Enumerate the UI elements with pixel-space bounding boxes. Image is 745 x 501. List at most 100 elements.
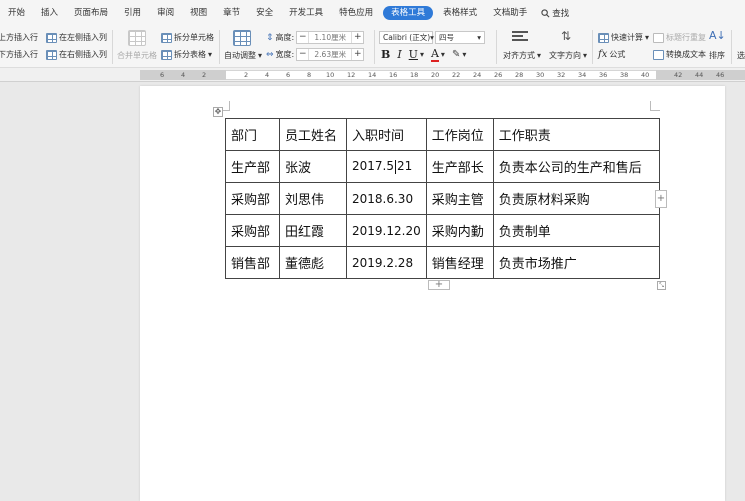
menu-doc-assistant[interactable]: 文档助手 [485, 0, 535, 26]
menu-table-tools[interactable]: 表格工具 [383, 6, 434, 20]
table-cell[interactable]: 采购主管 [425, 182, 494, 215]
table-cell[interactable]: 张波 [279, 150, 347, 183]
table-cell[interactable]: 生产部 [225, 150, 280, 183]
table-cell[interactable]: 田红霞 [279, 214, 347, 247]
menu-table-style[interactable]: 表格样式 [435, 0, 485, 26]
minus-icon[interactable]: − [297, 32, 308, 43]
align-button[interactable]: 对齐方式 ▾ [503, 50, 541, 61]
width-stepper[interactable]: − 2.63厘米 + [296, 48, 365, 61]
ribbon-divider [112, 30, 113, 64]
underline-button[interactable]: U [409, 48, 418, 61]
insert-above-button[interactable]: 上方插入行 [0, 32, 38, 43]
quick-calc-button[interactable]: 快速计算 ▾ [598, 32, 649, 43]
merge-cells-label: 合并单元格 [117, 51, 157, 60]
text-direction-button[interactable]: 文字方向 ▾ [549, 50, 587, 61]
insert-above-label: 上方插入行 [0, 33, 38, 42]
menu-features[interactable]: 特色应用 [331, 0, 381, 26]
table-cell[interactable]: 2019.2.28 [346, 246, 427, 279]
sort-button[interactable]: 排序 [709, 50, 725, 61]
menu-home[interactable]: 开始 [0, 0, 33, 26]
table-cell[interactable]: 负责原材料采购 [492, 182, 660, 215]
insert-below-label: 下方插入行 [0, 50, 38, 59]
horizontal-ruler[interactable]: 6 4 2 2 4 6 8 10 12 14 16 18 20 22 24 26… [0, 68, 745, 82]
table-cell[interactable]: 刘思伟 [279, 182, 347, 215]
font-color-button[interactable]: A [430, 47, 439, 62]
menu-sections[interactable]: 章节 [215, 0, 248, 26]
chevron-down-icon: ▾ [462, 50, 467, 59]
table-cell[interactable]: 负责制单 [492, 214, 660, 247]
table-cell-with-cursor[interactable]: 2017.5 21 [346, 150, 427, 183]
ruler-tick: 46 [716, 71, 725, 79]
table-header-cell[interactable]: 员工姓名 [279, 118, 347, 151]
table-cell[interactable]: 销售部 [225, 246, 280, 279]
menu-developer[interactable]: 开发工具 [281, 0, 331, 26]
align-icon [512, 30, 528, 43]
table-cell[interactable]: 2019.12.20 [346, 214, 427, 247]
row-height-icon: ⇕ [266, 32, 274, 43]
formula-button[interactable]: fx 公式 [598, 49, 625, 60]
menu-insert[interactable]: 插入 [33, 0, 66, 26]
quick-calc-label: 快速计算 [611, 33, 643, 42]
font-size-select[interactable]: 四号 ▾ [435, 31, 485, 44]
highlight-icon[interactable]: ✎ [452, 49, 460, 60]
height-stepper[interactable]: − 1.10厘米 + [296, 31, 365, 44]
ribbon-divider [219, 30, 220, 64]
menu-page-layout[interactable]: 页面布局 [66, 0, 116, 26]
insert-right-button[interactable]: 在右侧插入列 [46, 49, 107, 60]
insert-below-button[interactable]: 下方插入行 [0, 49, 38, 60]
add-row-button[interactable]: + [428, 280, 450, 290]
table-row: 生产部 张波 2017.5 21 生产部长 负责本公司的生产和售后 [225, 150, 660, 183]
format-buttons: B I U ▾ A ▾ ✎ ▾ [381, 47, 466, 62]
menu-review[interactable]: 审阅 [149, 0, 182, 26]
convert-text-label: 转换成文本 [666, 50, 706, 59]
bold-button[interactable]: B [381, 48, 390, 61]
plus-icon[interactable]: + [352, 32, 363, 43]
calculator-icon [598, 32, 609, 43]
italic-button[interactable]: I [397, 48, 401, 61]
title-repeat-button[interactable]: 标题行重复 [653, 32, 706, 43]
more-button[interactable]: 选 [737, 50, 745, 61]
menu-references[interactable]: 引用 [116, 0, 149, 26]
ruler-tick: 32 [557, 71, 566, 79]
add-column-button[interactable]: + [655, 190, 667, 208]
table-cell[interactable]: 销售经理 [425, 246, 494, 279]
split-table-button[interactable]: 拆分表格 ▾ [161, 49, 212, 60]
width-value[interactable]: 2.63厘米 [308, 49, 353, 60]
page-corner-mark [650, 101, 660, 111]
employee-table[interactable]: 部门 员工姓名 入职时间 工作岗位 工作职责 生产部 张波 2017.5 21 生… [225, 118, 660, 279]
autofit-button[interactable]: 自动调整 ▾ [224, 50, 262, 61]
table-move-handle[interactable]: ✥ [213, 107, 223, 117]
table-header-cell[interactable]: 工作岗位 [425, 118, 494, 151]
table-cell[interactable]: 负责市场推广 [492, 246, 660, 279]
text-direction-icon: ⇅ [561, 29, 572, 43]
table-resize-handle[interactable]: ⤡ [657, 281, 666, 290]
table-cell[interactable]: 2018.6.30 [346, 182, 427, 215]
plus-icon[interactable]: + [352, 49, 363, 60]
insert-left-button[interactable]: 在左侧插入列 [46, 32, 107, 43]
table-cell[interactable]: 负责本公司的生产和售后 [492, 150, 660, 183]
chevron-down-icon: ▾ [258, 51, 263, 60]
convert-text-button[interactable]: 转换成文本 [653, 49, 706, 60]
minus-icon[interactable]: − [297, 49, 308, 60]
ruler-tick: 18 [410, 71, 419, 79]
table-header-cell[interactable]: 工作职责 [492, 118, 660, 151]
split-cells-button[interactable]: 拆分单元格 [161, 32, 214, 43]
table-header-cell[interactable]: 入职时间 [346, 118, 427, 151]
table-header-cell[interactable]: 部门 [225, 118, 280, 151]
ruler-tick: 40 [641, 71, 650, 79]
table-cell[interactable]: 生产部长 [425, 150, 494, 183]
ruler-tick: 12 [347, 71, 356, 79]
table-cell[interactable]: 采购部 [225, 182, 280, 215]
chevron-down-icon: ▾ [537, 51, 542, 60]
menu-security[interactable]: 安全 [248, 0, 281, 26]
ribbon-toolbar: 上方插入行 下方插入行 在左侧插入列 在右侧插入列 合并单元格 拆分单元格 拆分… [0, 26, 745, 68]
table-cell[interactable]: 采购内勤 [425, 214, 494, 247]
menu-view[interactable]: 视图 [182, 0, 215, 26]
chevron-down-icon: ▾ [440, 50, 445, 59]
table-cell[interactable]: 采购部 [225, 214, 280, 247]
font-name-select[interactable]: Calibri (正文) ▾ [379, 31, 434, 44]
search-button[interactable]: 查找 [535, 7, 575, 19]
merge-cells-button[interactable]: 合并单元格 [117, 50, 157, 61]
table-cell[interactable]: 董德彪 [279, 246, 347, 279]
height-value[interactable]: 1.10厘米 [308, 32, 353, 43]
